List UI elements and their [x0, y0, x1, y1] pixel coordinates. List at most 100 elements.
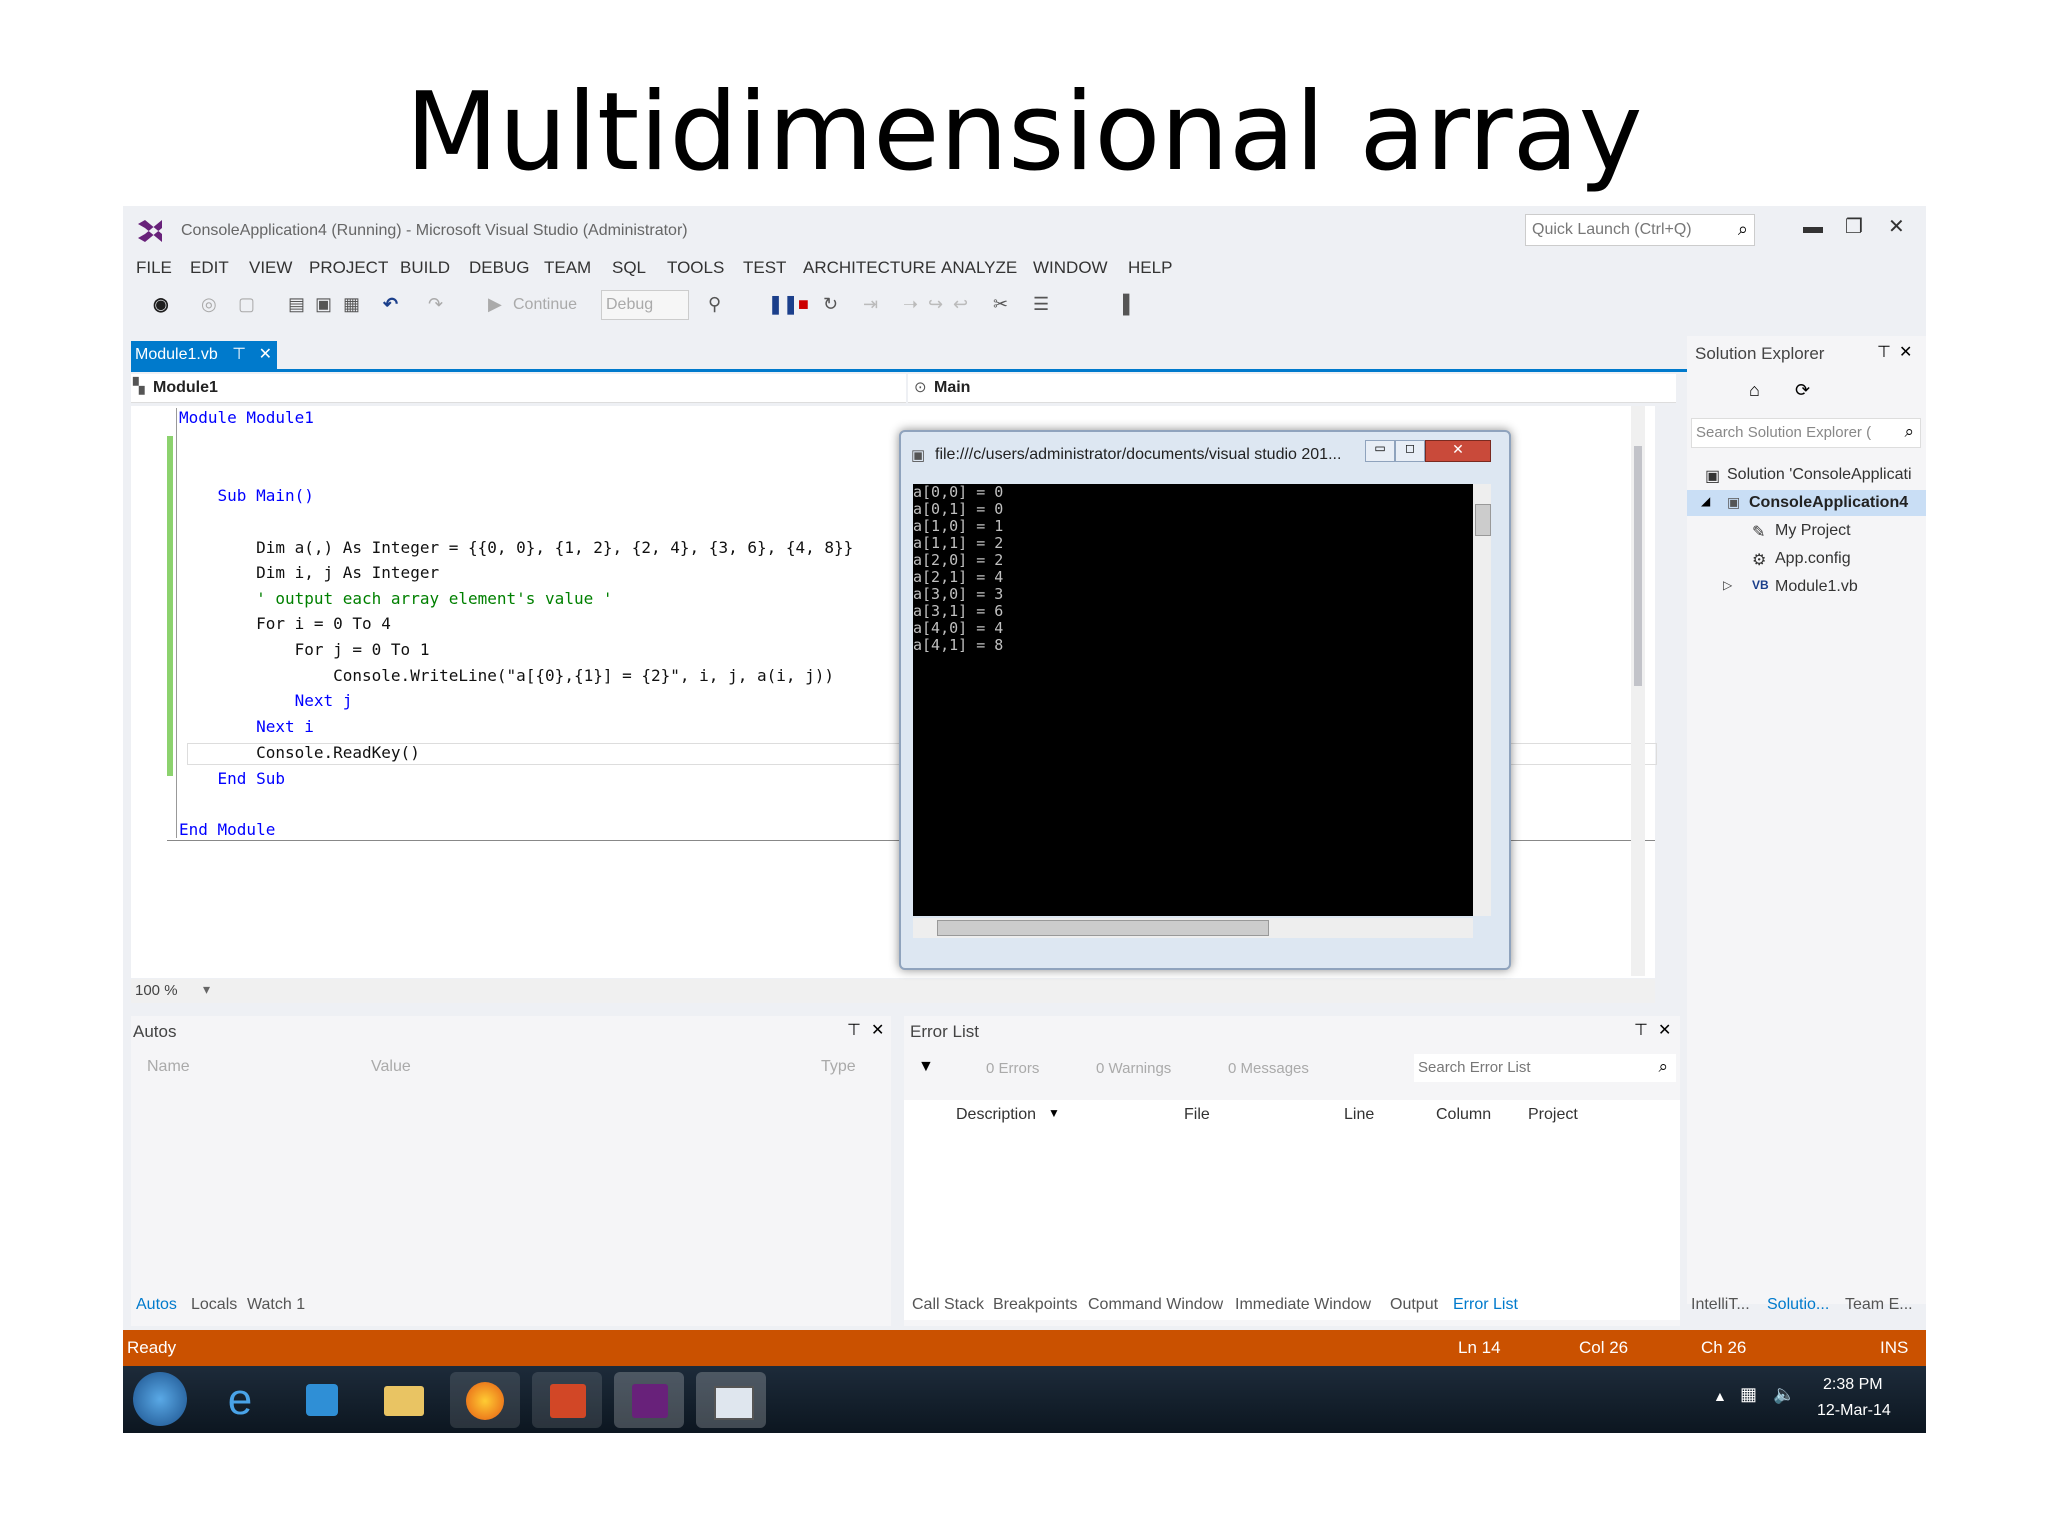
console-window[interactable]: ▣ file:///c/users/administrator/document… [899, 430, 1511, 970]
bottom-tab-locals[interactable]: Locals [191, 1296, 237, 1314]
solution-search-input[interactable]: Search Solution Explorer ( ⌕ [1691, 418, 1921, 448]
firefox-icon[interactable] [450, 1372, 520, 1428]
menu-team[interactable]: TEAM [544, 258, 591, 278]
new-project-icon[interactable]: ▢ [238, 294, 255, 315]
back-icon[interactable]: ◉ [153, 294, 169, 315]
forward-icon[interactable]: ◎ [201, 294, 217, 315]
step-into-icon[interactable]: ➝ [903, 294, 918, 315]
clock-time[interactable]: 2:38 PM [1823, 1376, 1883, 1394]
tree-item-solution[interactable]: Solution 'ConsoleApplicati [1727, 466, 1912, 484]
menu-debug[interactable]: DEBUG [469, 258, 529, 278]
editor-vscrollbar[interactable] [1631, 406, 1645, 976]
minimize-button[interactable]: ▬ [1803, 216, 1823, 239]
continue-button[interactable]: Continue [513, 296, 577, 314]
continue-icon[interactable]: ▶ [488, 294, 502, 315]
menu-edit[interactable]: EDIT [190, 258, 229, 278]
error-col-column[interactable]: Column [1436, 1106, 1491, 1124]
console-vscrollbar[interactable] [1473, 484, 1491, 916]
step-out-icon[interactable]: ↩ [953, 294, 968, 315]
bottom-tab-intellitrace[interactable]: IntelliT... [1691, 1296, 1750, 1314]
zoom-dropdown-icon[interactable]: ▾ [203, 981, 210, 998]
bottom-tab-team-explorer[interactable]: Team E... [1845, 1296, 1913, 1314]
filter-icon[interactable]: ▼ [918, 1058, 934, 1076]
menu-test[interactable]: TEST [743, 258, 786, 278]
menu-tools[interactable]: TOOLS [667, 258, 724, 278]
bottom-tab-breakpoints[interactable]: Breakpoints [993, 1296, 1078, 1314]
quick-launch-input[interactable]: Quick Launch (Ctrl+Q) ⌕ [1525, 214, 1755, 246]
clock-date[interactable]: 12-Mar-14 [1817, 1402, 1891, 1420]
restore-button[interactable]: ❐ [1845, 214, 1863, 239]
close-icon[interactable]: ✕ [871, 1020, 884, 1040]
autos-col-type[interactable]: Type [821, 1058, 856, 1076]
tree-item-app-config[interactable]: App.config [1775, 550, 1851, 568]
show-hidden-icons-icon[interactable]: ▲ [1713, 1388, 1727, 1404]
pin-icon[interactable]: ⊤ [847, 1020, 861, 1040]
console-maximize-button[interactable]: ◻ [1395, 440, 1425, 462]
error-col-file[interactable]: File [1184, 1106, 1210, 1124]
save-all-icon[interactable]: ▦ [343, 294, 360, 315]
file-explorer-icon[interactable] [368, 1372, 438, 1428]
volume-icon[interactable]: 🔈 [1773, 1384, 1795, 1405]
console-hscrollbar[interactable] [913, 918, 1473, 938]
close-button[interactable]: ✕ [1888, 214, 1905, 239]
stop-icon[interactable]: ■ [798, 294, 809, 315]
menu-project[interactable]: PROJECT [309, 258, 388, 278]
save-icon[interactable]: ▣ [315, 294, 332, 315]
close-icon[interactable]: ✕ [1658, 1020, 1671, 1040]
module-dropdown[interactable]: ▚ Module1 [131, 374, 906, 403]
bottom-tab-autos[interactable]: Autos [136, 1296, 177, 1314]
menu-window[interactable]: WINDOW [1033, 258, 1108, 278]
error-col-description[interactable]: Description [956, 1106, 1036, 1124]
pause-icon[interactable]: ❚❚ [768, 294, 798, 315]
bottom-tab-command-window[interactable]: Command Window [1088, 1296, 1223, 1314]
internet-explorer-icon[interactable]: e [205, 1372, 275, 1428]
config-dropdown[interactable]: Debug [601, 290, 689, 320]
bottom-tab-watch1[interactable]: Watch 1 [247, 1296, 305, 1314]
network-icon[interactable]: ▦ [1740, 1384, 1757, 1405]
start-button-icon[interactable] [133, 1372, 187, 1426]
menu-architecture[interactable]: ARCHITECTURE [803, 258, 936, 278]
sync-icon[interactable]: ⟳ [1795, 380, 1810, 401]
hex-display-icon[interactable]: ✂ [993, 294, 1008, 315]
editor-vscroll-thumb[interactable] [1634, 446, 1642, 686]
message-count-button[interactable]: 0 Messages [1228, 1060, 1309, 1077]
visual-studio-taskbar-icon[interactable] [614, 1372, 684, 1428]
pin-icon[interactable]: ⊤ [1634, 1020, 1648, 1040]
menu-view[interactable]: VIEW [249, 258, 292, 278]
console-hscroll-thumb[interactable] [937, 920, 1269, 936]
pin-icon[interactable]: ⊤ [232, 346, 246, 363]
autos-col-name[interactable]: Name [147, 1058, 190, 1076]
menu-analyze[interactable]: ANALYZE [941, 258, 1017, 278]
thread-icon[interactable]: ☰ [1033, 294, 1049, 315]
warning-count-button[interactable]: 0 Warnings [1096, 1060, 1171, 1077]
error-count-button[interactable]: 0 Errors [986, 1060, 1039, 1077]
console-taskbar-icon[interactable] [696, 1372, 766, 1428]
home-icon[interactable]: ⌂ [1749, 380, 1760, 401]
collapse-arrow-icon[interactable]: ▷ [1723, 578, 1732, 592]
pin-icon[interactable]: ⊤ [1877, 342, 1891, 362]
menu-file[interactable]: FILE [136, 258, 172, 278]
zoom-level[interactable]: 100 % [135, 982, 178, 999]
bottom-tab-immediate-window[interactable]: Immediate Window [1235, 1296, 1371, 1314]
expand-icon[interactable]: ◢ [1701, 494, 1710, 508]
close-icon[interactable]: ✕ [1899, 342, 1912, 362]
bottom-tab-output[interactable]: Output [1390, 1296, 1438, 1314]
console-close-button[interactable]: ✕ [1425, 440, 1491, 462]
menu-build[interactable]: BUILD [400, 258, 450, 278]
powerpoint-icon[interactable] [532, 1372, 602, 1428]
bottom-tab-call-stack[interactable]: Call Stack [912, 1296, 984, 1314]
restart-icon[interactable]: ↻ [823, 294, 838, 315]
undo-icon[interactable]: ↶ [383, 294, 398, 315]
attach-icon[interactable]: ⚲ [708, 294, 721, 315]
error-col-line[interactable]: Line [1344, 1106, 1374, 1124]
autos-col-value[interactable]: Value [371, 1058, 411, 1076]
tree-item-project-row[interactable]: ◢ ▣ ConsoleApplication4 [1687, 490, 1926, 516]
bookmark-icon[interactable]: ▌ [1123, 294, 1136, 315]
error-list-search-input[interactable]: Search Error List ⌕ [1414, 1054, 1676, 1082]
open-icon[interactable]: ▤ [288, 294, 305, 315]
media-player-icon[interactable] [286, 1372, 356, 1428]
member-dropdown[interactable]: ⊙ Main [908, 374, 1676, 403]
console-minimize-button[interactable]: ▭ [1365, 440, 1395, 462]
error-col-project[interactable]: Project [1528, 1106, 1578, 1124]
menu-sql[interactable]: SQL [612, 258, 646, 278]
